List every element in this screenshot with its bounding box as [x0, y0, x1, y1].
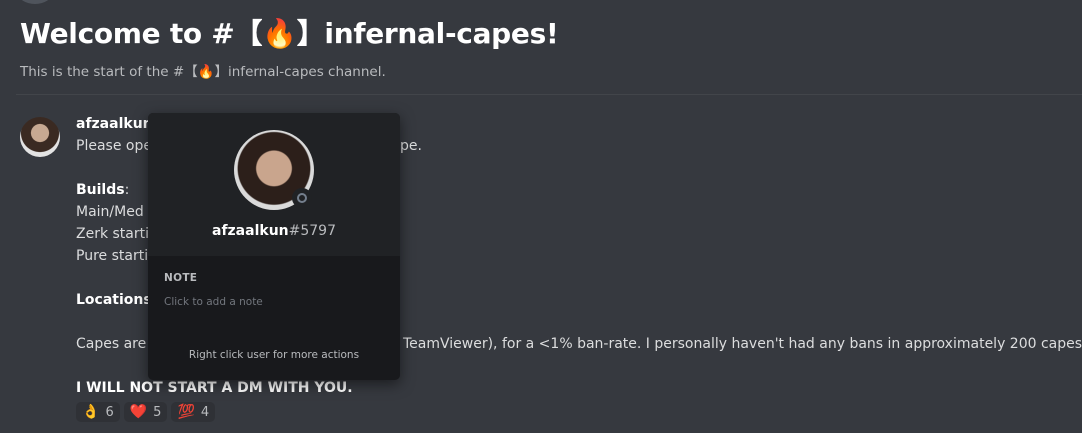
- reactions-bar: 👌 6 ❤️ 5 💯 4: [76, 402, 216, 422]
- channel-welcome-title: Welcome to #【🔥】infernal-capes!: [20, 17, 559, 50]
- build-zerk: Zerk startin: [76, 226, 158, 242]
- chat-view: Welcome to #【🔥】infernal-capes! This is t…: [0, 0, 1082, 433]
- reaction-count: 4: [200, 404, 210, 420]
- popout-header: afzaalkun#5797: [148, 113, 400, 256]
- popout-username[interactable]: afzaalkun#5797: [148, 223, 400, 239]
- user-popout: afzaalkun#5797 NOTE Click to add a note …: [148, 113, 400, 380]
- reaction-ok-hand[interactable]: 👌 6: [76, 402, 120, 422]
- reaction-hundred[interactable]: 💯 4: [171, 402, 216, 422]
- build-main: Main/Med: [76, 204, 144, 220]
- locations-heading: Locations:: [76, 292, 156, 308]
- offline-status-icon: [292, 188, 312, 208]
- message-author[interactable]: afzaalkun: [76, 116, 153, 132]
- build-pure: Pure startin: [76, 248, 157, 264]
- partial-element: [18, 0, 52, 4]
- builds-heading: Builds:: [76, 182, 130, 198]
- message-line-end: pe.: [400, 138, 422, 154]
- divider: [16, 94, 1082, 95]
- reaction-count: 5: [153, 404, 162, 420]
- heart-icon: ❤️: [129, 404, 148, 420]
- message-line: Please ope: [76, 138, 152, 154]
- message-avatar[interactable]: [20, 117, 60, 157]
- reaction-count: 6: [105, 404, 114, 420]
- note-input[interactable]: Click to add a note: [164, 296, 263, 308]
- channel-start-text: This is the start of the #【🔥】infernal-ca…: [20, 64, 386, 80]
- hundred-icon: 💯: [177, 404, 195, 420]
- ok-hand-icon: 👌: [82, 404, 100, 420]
- capes-line-end: TeamViewer), for a <1% ban-rate. I perso…: [403, 336, 1082, 352]
- popout-footer-hint: Right click user for more actions: [188, 349, 360, 361]
- caps-note: I WILL NOT START A DM WITH YOU.: [76, 380, 353, 396]
- reaction-heart[interactable]: ❤️ 5: [123, 402, 168, 422]
- note-label: NOTE: [164, 272, 198, 284]
- capes-line-start: Capes are c: [76, 336, 159, 352]
